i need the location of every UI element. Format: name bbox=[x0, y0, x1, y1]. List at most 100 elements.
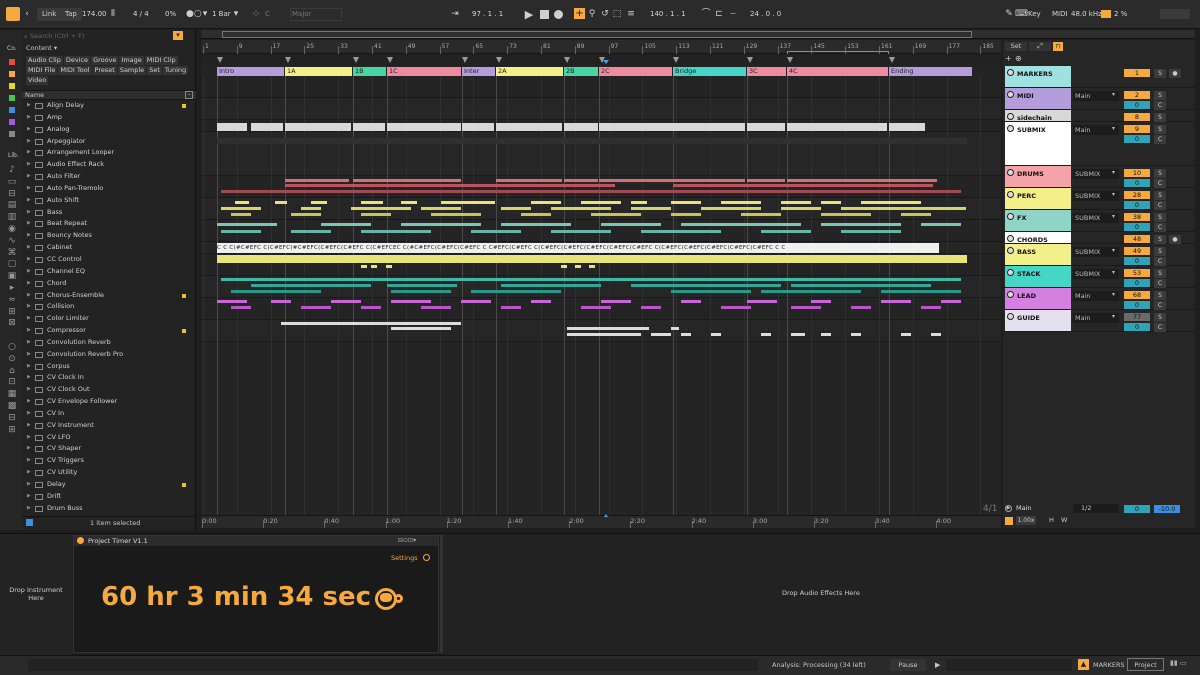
perc-clip[interactable] bbox=[781, 207, 821, 210]
record-icon[interactable] bbox=[554, 10, 563, 19]
bass-clip[interactable] bbox=[371, 265, 377, 268]
fx-clip[interactable] bbox=[291, 230, 331, 233]
color-tag-red[interactable] bbox=[9, 59, 15, 65]
chevron-down-icon[interactable]: ▾ bbox=[1112, 313, 1115, 320]
browser-item[interactable]: ▶ CV Utility bbox=[22, 467, 196, 479]
browser-item[interactable]: ▶ Audio Effect Rack bbox=[22, 159, 196, 171]
zoom-field[interactable]: 1.00x bbox=[1016, 516, 1036, 525]
locator-icon[interactable] bbox=[217, 57, 223, 63]
lead-clip[interactable] bbox=[921, 306, 941, 309]
solo-button[interactable]: S bbox=[1154, 113, 1166, 122]
midi-map-button[interactable]: MIDI bbox=[1052, 8, 1068, 21]
track-volume[interactable]: 0 bbox=[1124, 257, 1150, 265]
delete-locator-icon[interactable]: ⊕ bbox=[1015, 55, 1023, 63]
crossfade-button[interactable]: C bbox=[1154, 201, 1166, 210]
scale-field[interactable] bbox=[290, 8, 342, 21]
project-timer-device[interactable]: Project Timer V1.1 ⊟⊙⊡▾ Settings 60 hr 3… bbox=[73, 535, 439, 653]
perc-clip[interactable] bbox=[431, 213, 481, 216]
locator-icon[interactable] bbox=[496, 57, 502, 63]
browser-item[interactable]: ▶ Bass bbox=[22, 207, 196, 219]
browser-item[interactable]: ▶ Auto Shift bbox=[22, 195, 196, 207]
perc-clip[interactable] bbox=[901, 213, 931, 216]
main-track-toggle-icon[interactable] bbox=[1005, 517, 1013, 525]
browser-item[interactable]: ▶ Beat Repeat bbox=[22, 218, 196, 230]
track-number[interactable]: 48 bbox=[1124, 235, 1150, 243]
lead-clip[interactable] bbox=[531, 300, 551, 303]
sidechain-clip[interactable] bbox=[564, 123, 598, 131]
crossfade-button[interactable]: C bbox=[1154, 223, 1166, 232]
track-header[interactable]: MIDI Main ▾ 2 S 0 C bbox=[1003, 88, 1195, 110]
track-icon[interactable] bbox=[1007, 235, 1014, 242]
stack-clip[interactable] bbox=[387, 284, 457, 287]
browser-search-input[interactable]: Search (Ctrl + F) bbox=[30, 31, 170, 41]
perc-clip[interactable] bbox=[521, 213, 551, 216]
track-name-area[interactable]: MARKERS bbox=[1005, 66, 1071, 87]
browser-item[interactable]: ▶ CV Instrument bbox=[22, 420, 196, 432]
perc-clip[interactable] bbox=[821, 213, 871, 216]
track-name-area[interactable]: GUIDE bbox=[1005, 310, 1071, 331]
guide-clip[interactable] bbox=[791, 333, 805, 336]
content-filter-label[interactable]: Content ▾ bbox=[26, 44, 57, 52]
perc-clip[interactable] bbox=[501, 207, 531, 210]
loop-icon[interactable]: ⊏ bbox=[713, 8, 725, 21]
browser-item[interactable]: ▶ Convolution Reverb bbox=[22, 337, 196, 349]
crossfade-button[interactable]: C bbox=[1154, 301, 1166, 310]
browser-item[interactable]: ▶ CC Control bbox=[22, 254, 196, 266]
content-tag[interactable]: Tuning bbox=[162, 66, 189, 75]
expand-arrow-icon[interactable]: ▶ bbox=[27, 207, 31, 219]
stack-clip[interactable] bbox=[671, 290, 751, 293]
track-number[interactable]: 38 bbox=[1124, 213, 1150, 221]
stack-clip[interactable] bbox=[791, 284, 931, 287]
solo-button[interactable]: S bbox=[1154, 313, 1166, 322]
bass-clip[interactable] bbox=[217, 255, 967, 263]
track-volume[interactable]: 0 bbox=[1124, 301, 1150, 309]
track-name-area[interactable]: sidechain bbox=[1005, 110, 1071, 122]
lead-clip[interactable] bbox=[881, 300, 911, 303]
sidechain-clip[interactable] bbox=[217, 123, 247, 131]
track-name-area[interactable]: CHORDS bbox=[1005, 232, 1071, 244]
browser-item[interactable]: ▶ CV LFO bbox=[22, 432, 196, 444]
browser-item[interactable]: ▶ Auto Filter bbox=[22, 171, 196, 183]
preview-icon[interactable] bbox=[26, 519, 33, 526]
fx-clip[interactable] bbox=[221, 230, 261, 233]
meter-field[interactable]: 4 / 4 bbox=[133, 8, 149, 21]
browser-back-icon[interactable]: ‹ bbox=[24, 32, 27, 41]
expand-arrow-icon[interactable]: ▶ bbox=[27, 384, 31, 396]
expand-arrow-icon[interactable]: ▶ bbox=[27, 183, 31, 195]
fx-clip[interactable] bbox=[321, 223, 371, 226]
guide-clip[interactable] bbox=[391, 327, 451, 330]
perc-clip[interactable] bbox=[841, 207, 931, 210]
fx-clip[interactable] bbox=[821, 223, 901, 226]
fx-clip[interactable] bbox=[471, 230, 521, 233]
browser-item[interactable]: ▶ Corpus bbox=[22, 361, 196, 373]
drums-clip[interactable] bbox=[564, 179, 598, 182]
perc-clip[interactable] bbox=[861, 201, 921, 204]
perc-clip[interactable] bbox=[671, 213, 701, 216]
expand-arrow-icon[interactable]: ▶ bbox=[27, 349, 31, 361]
tempo-field[interactable]: 174.00 bbox=[82, 8, 107, 21]
guide-clip[interactable] bbox=[931, 333, 941, 336]
solo-button[interactable]: S bbox=[1154, 191, 1166, 200]
chevron-left-icon[interactable]: ‹ bbox=[22, 8, 32, 21]
expand-arrow-icon[interactable]: ▶ bbox=[27, 361, 31, 373]
lead-clip[interactable] bbox=[811, 300, 831, 303]
expand-arrow-icon[interactable]: ▶ bbox=[27, 290, 31, 302]
section-marker[interactable]: 1A bbox=[285, 67, 352, 76]
expand-arrow-icon[interactable]: ▶ bbox=[27, 112, 31, 124]
browser-item[interactable]: ▶ CV Shaper bbox=[22, 443, 196, 455]
browser-item[interactable]: ▶ CV Clock In bbox=[22, 372, 196, 384]
track-icon[interactable] bbox=[1007, 291, 1014, 298]
stack-clip[interactable] bbox=[251, 284, 371, 287]
sidechain-clip[interactable] bbox=[673, 123, 745, 131]
browser-item[interactable]: ▶ Bouncy Notes bbox=[22, 230, 196, 242]
browser-item[interactable]: ▶ Arrangement Looper bbox=[22, 147, 196, 159]
chevron-down-icon[interactable]: ▾ bbox=[1112, 91, 1115, 98]
lead-clip[interactable] bbox=[331, 300, 361, 303]
solo-button[interactable]: S bbox=[1154, 247, 1166, 256]
chevron-down-icon[interactable]: ▾ bbox=[1112, 169, 1115, 176]
track-name-area[interactable]: DRUMS bbox=[1005, 166, 1071, 187]
lead-clip[interactable] bbox=[391, 300, 431, 303]
stop-icon[interactable] bbox=[540, 10, 549, 19]
sidechain-clip[interactable] bbox=[599, 123, 673, 131]
track-icon[interactable] bbox=[1007, 69, 1014, 76]
